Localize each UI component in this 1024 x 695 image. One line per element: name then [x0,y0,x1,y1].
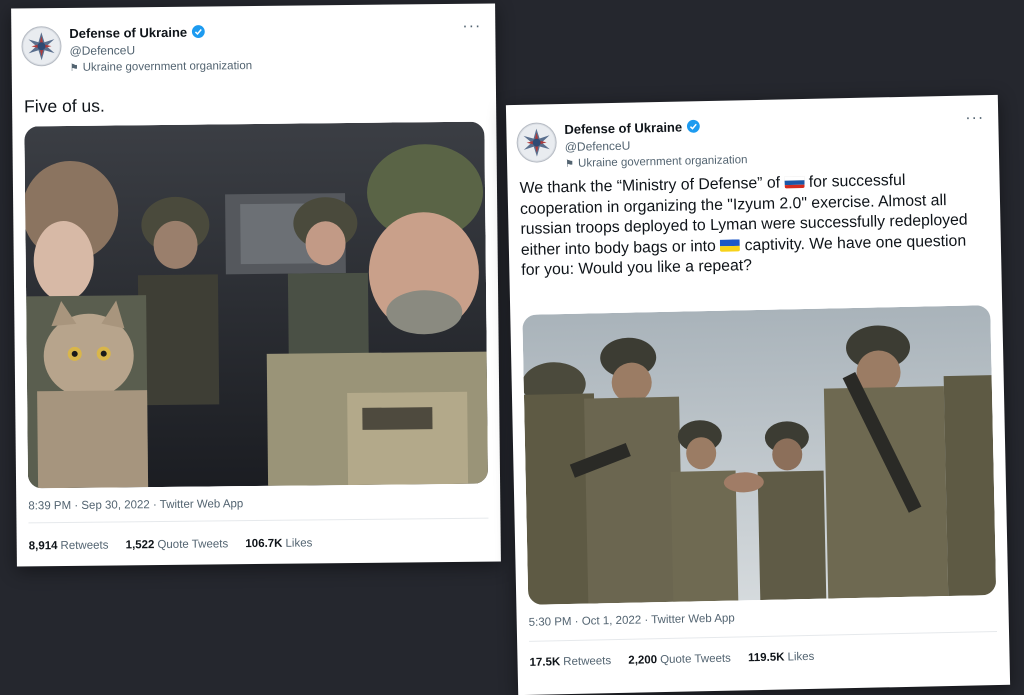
tweet-timestamp[interactable]: 5:30 PM · Oct 1, 2022 · Twitter Web App [529,613,735,629]
more-options-icon[interactable]: ··· [462,18,481,36]
verified-badge-icon [686,119,700,133]
government-label-text: Ukraine government organization [82,60,253,74]
retweets-label: Retweets [563,655,612,669]
russia-flag-icon [784,175,805,189]
ukraine-flag-icon [720,238,741,252]
tweet-text-part-1: We thank the “Ministry of Defense” of [519,174,781,197]
divider [529,631,998,642]
author-name[interactable]: Defense of Ukraine [69,25,205,41]
emblem-icon [518,124,555,161]
tweet-card-1[interactable]: Defense of Ukraine @DefenceU ⚑ Ukraine go… [11,3,501,567]
tweet-header: Defense of Ukraine @DefenceU ⚑ Ukraine go… [21,18,486,83]
divider [28,517,489,524]
tweet-photo[interactable] [24,121,489,489]
author-handle[interactable]: @DefenceU [565,139,631,154]
tweet-timestamp[interactable]: 8:39 PM · Sep 30, 2022 · Twitter Web App [28,498,243,512]
author-name-text: Defense of Ukraine [69,24,188,41]
tweet-text: We thank the “Ministry of Defense” of fo… [519,169,989,281]
quote-tweets-label: Quote Tweets [660,652,732,667]
soldiers-circle-photo [522,305,997,605]
author-name[interactable]: Defense of Ukraine [564,119,700,137]
flag-icon: ⚑ [565,158,575,170]
verified-badge-icon [191,25,205,39]
tweet-header: Defense of Ukraine @DefenceU ⚑ Ukraine go… [516,109,989,179]
likes-value: 106.7K [245,537,283,551]
retweets-count[interactable]: 17.5K Retweets [529,655,611,669]
emblem-icon [23,28,60,65]
likes-label: Likes [285,537,313,550]
tweet-stats: 8,914 Retweets 1,522 Quote Tweets 106.7K Li… [29,537,327,552]
vehicle-selfie-photo [24,121,489,489]
tweet-photo[interactable] [522,305,997,605]
quote-tweets-value: 2,200 [628,654,658,667]
government-label-text: Ukraine government organization [577,154,748,170]
quote-tweets-value: 1,522 [125,539,155,552]
quote-tweets-count[interactable]: 2,200 Quote Tweets [628,653,731,667]
likes-value: 119.5K [747,651,785,665]
quote-tweets-label: Quote Tweets [157,538,229,552]
likes-label: Likes [787,650,815,664]
government-label: ⚑ Ukraine government organization [565,154,748,170]
avatar[interactable] [21,26,62,67]
flag-icon: ⚑ [69,62,79,74]
quote-tweets-count[interactable]: 1,522 Quote Tweets [126,538,229,551]
tweet-stats: 17.5K Retweets 2,200 Quote Tweets 119.5K Li… [529,651,828,669]
tweet-text: Five of us. [24,95,105,117]
avatar[interactable] [516,122,558,163]
retweets-count[interactable]: 8,914 Retweets [29,540,109,553]
government-label: ⚑ Ukraine government organization [70,60,252,74]
more-options-icon[interactable]: ··· [965,109,984,127]
author-handle[interactable]: @DefenceU [69,43,135,58]
retweets-label: Retweets [60,539,109,553]
tweet-card-2[interactable]: Defense of Ukraine @DefenceU ⚑ Ukraine go… [505,94,1011,695]
retweets-value: 17.5K [529,656,561,669]
author-name-text: Defense of Ukraine [564,119,683,137]
likes-count[interactable]: 119.5K Likes [748,651,815,664]
likes-count[interactable]: 106.7K Likes [245,537,312,550]
retweets-value: 8,914 [28,540,58,553]
